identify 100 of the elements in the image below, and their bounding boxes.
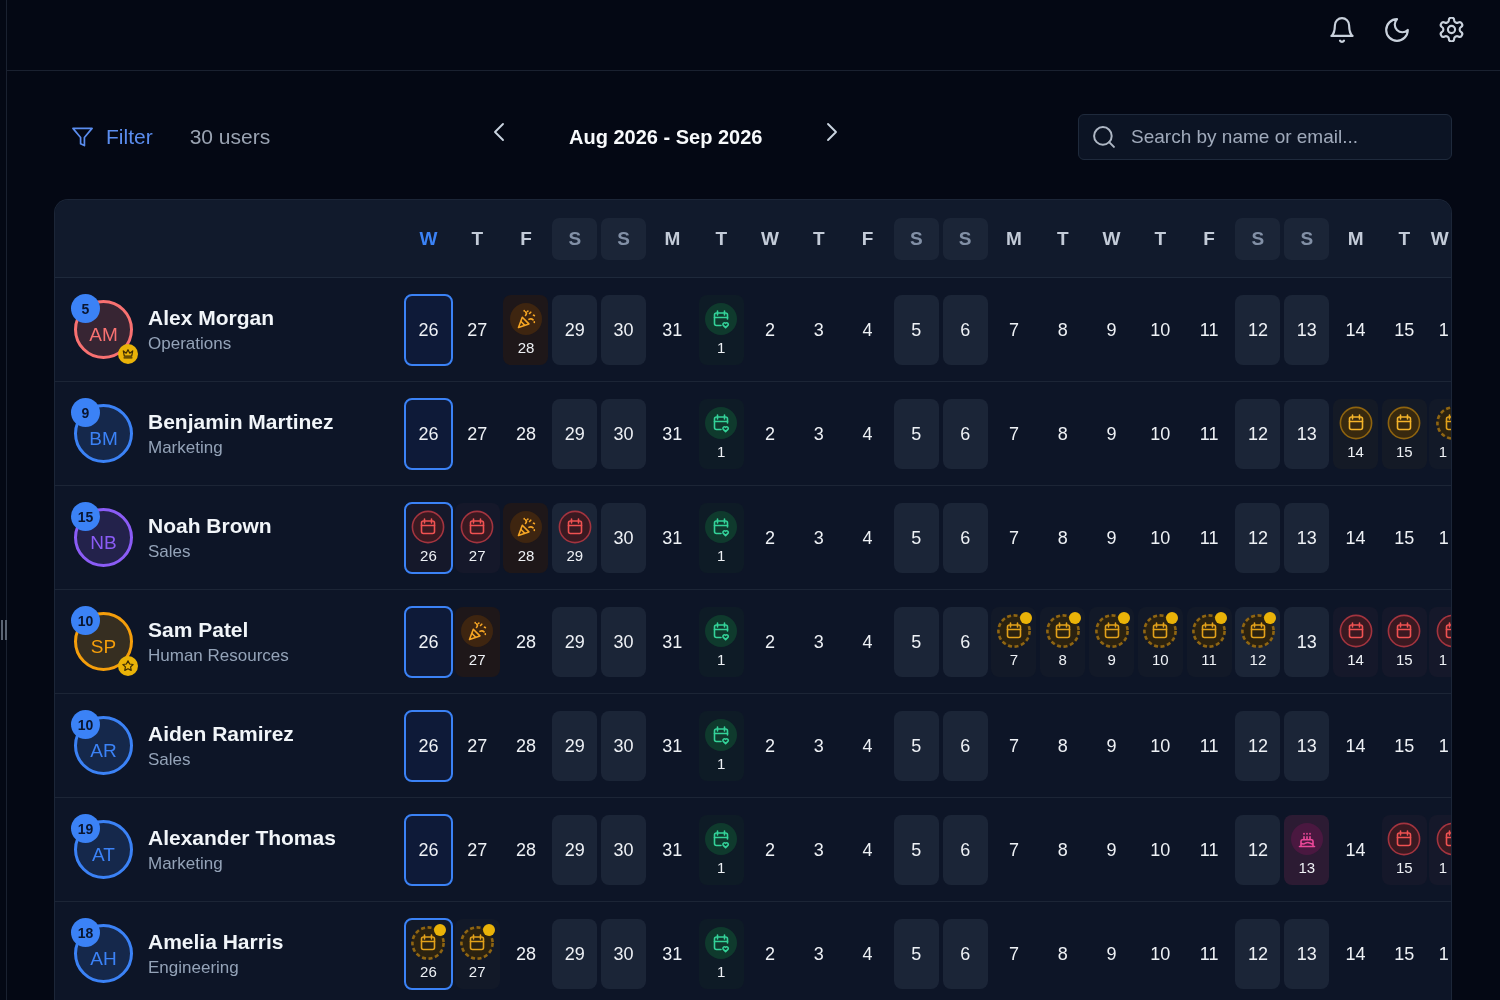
day-number: 11: [1199, 734, 1219, 757]
day-number: 6: [960, 630, 971, 653]
moon-icon[interactable]: [1385, 18, 1409, 42]
day-number: 7: [1008, 734, 1019, 757]
day-number: 29: [564, 318, 585, 341]
avatar-initials: AR: [90, 740, 117, 761]
status-dot-icon: [1019, 611, 1032, 624]
day-number: 9: [1107, 650, 1116, 669]
party-popper-icon: [460, 613, 495, 648]
day-number: 11: [1199, 422, 1219, 445]
calendar-icon: [1192, 613, 1227, 648]
day-header: T: [1056, 227, 1069, 250]
day-number: 12: [1247, 942, 1268, 965]
day-number: 30: [613, 838, 634, 861]
day-number: 14: [1347, 442, 1364, 461]
day-number: 1: [717, 858, 726, 877]
search-icon: [1093, 126, 1115, 148]
user-count: 30 users: [189, 125, 271, 149]
day-number: 8: [1057, 942, 1068, 965]
day-number: 9: [1106, 942, 1117, 965]
day-number: 28: [515, 422, 536, 445]
day-header: T: [471, 227, 483, 250]
day-number: 29: [564, 838, 585, 861]
user-name: Sam Patel: [148, 616, 250, 643]
day-number: 26: [418, 630, 439, 653]
day-number: 9: [1106, 318, 1117, 341]
day-number: 26: [418, 734, 439, 757]
day-number: 29: [566, 546, 584, 565]
filter-button[interactable]: Filter: [72, 125, 153, 149]
day-number: 2: [764, 422, 775, 445]
user-name: Amelia Harris: [148, 928, 284, 955]
day-number: 8: [1057, 838, 1068, 861]
day-header: T: [1154, 227, 1167, 250]
day-number: 12: [1249, 650, 1267, 669]
drag-handle-icon[interactable]: [1, 620, 7, 640]
status-dot-icon: [1166, 611, 1179, 624]
day-number: 28: [515, 630, 536, 653]
day-number: 12: [1247, 318, 1268, 341]
day-number: 2: [764, 526, 775, 549]
day-number: 9: [1106, 734, 1117, 757]
day-number: 3: [813, 526, 824, 549]
chevron-left-icon[interactable]: [493, 122, 505, 142]
day-number: 29: [564, 942, 585, 965]
day-number: 28: [515, 838, 536, 861]
day-number: 26: [418, 318, 439, 341]
day-number: 4: [862, 630, 873, 653]
day-number: 14: [1345, 526, 1366, 549]
day-number: 6: [960, 838, 971, 861]
day-number: 11: [1199, 838, 1219, 861]
department: Operations: [148, 332, 233, 355]
settings-icon[interactable]: [1439, 17, 1464, 42]
calendar-icon: [1094, 613, 1129, 648]
day-number: 31: [662, 526, 683, 549]
day-number: 29: [564, 422, 585, 445]
day-number: 6: [960, 734, 971, 757]
count-badge: 10: [71, 710, 100, 739]
day-number: 26: [420, 962, 437, 981]
calendar-icon: [1387, 405, 1422, 440]
search-field[interactable]: Search by name or email...: [1078, 114, 1452, 160]
calendar-icon: [411, 925, 446, 960]
calendar-icon: [1387, 613, 1422, 648]
day-header: S: [552, 217, 598, 260]
day-number: 10: [1150, 942, 1171, 965]
day-number: 27: [468, 546, 486, 565]
day-number: 13: [1296, 630, 1317, 653]
day-number: 28: [515, 734, 536, 757]
day-number: 11: [1199, 942, 1219, 965]
day-number: 8: [1057, 734, 1068, 757]
day-number: 6: [960, 526, 971, 549]
calendar-icon: [996, 613, 1031, 648]
day-number: 2: [764, 942, 775, 965]
day-number: 30: [613, 734, 634, 757]
bell-icon[interactable]: [1329, 17, 1355, 43]
day-number: 3: [813, 318, 824, 341]
day-header: S: [893, 217, 939, 260]
day-number: 31: [662, 942, 683, 965]
calendar-icon: [1338, 613, 1373, 648]
day-number: 1: [717, 962, 726, 981]
day-number: 10: [1150, 526, 1171, 549]
day-header: S: [601, 217, 647, 260]
day-header: W: [419, 227, 438, 250]
day-number: 1: [717, 546, 726, 565]
filter-icon: [72, 127, 93, 147]
day-header: W: [1102, 227, 1121, 250]
calendar-icon: [1240, 613, 1275, 648]
day-number: 10: [1152, 650, 1169, 669]
day-number: 14: [1347, 650, 1364, 669]
day-number: 1: [1437, 942, 1449, 965]
day-number: 12: [1247, 734, 1268, 757]
day-header: W: [1429, 227, 1449, 250]
day-number: 27: [468, 962, 486, 981]
day-number: 12: [1247, 838, 1268, 861]
count-badge: 5: [71, 294, 100, 323]
chevron-right-icon[interactable]: [826, 122, 839, 142]
day-number: 11: [1199, 526, 1219, 549]
day-header: T: [1398, 227, 1411, 250]
day-number: 26: [418, 422, 439, 445]
day-number: 5: [911, 422, 922, 445]
user-name: Aiden Ramirez: [148, 720, 294, 747]
avatar-initials: NB: [90, 532, 117, 553]
